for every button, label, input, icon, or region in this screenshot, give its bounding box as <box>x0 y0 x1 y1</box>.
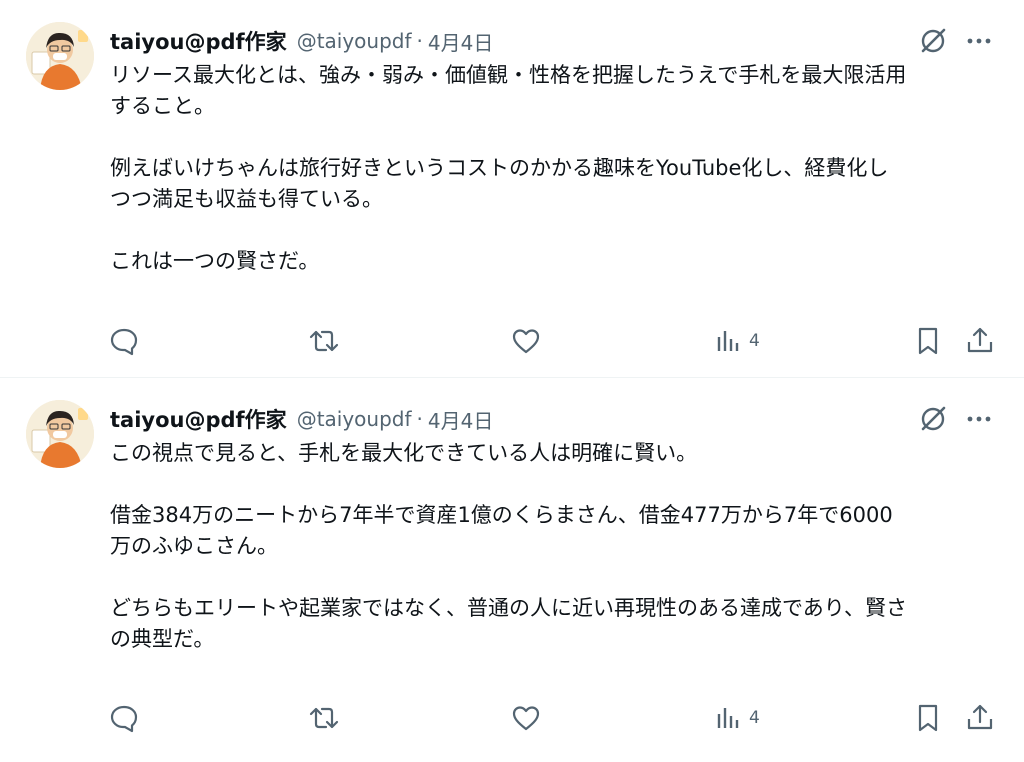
avatar[interactable] <box>26 400 94 468</box>
views-icon[interactable] <box>712 325 744 357</box>
avatar[interactable] <box>26 22 94 90</box>
bookmark-icon[interactable] <box>912 325 944 357</box>
separator: · <box>416 407 423 431</box>
share-icon[interactable] <box>964 325 996 357</box>
more-icon[interactable] <box>964 404 994 434</box>
tweet[interactable]: taiyou@pdf作家 @taiyoupdf · 4月4日 リソース最大化とは… <box>0 0 1024 378</box>
retweet-icon[interactable] <box>308 702 340 734</box>
reply-icon[interactable] <box>108 325 140 357</box>
views-icon[interactable] <box>712 702 744 734</box>
bookmark-icon[interactable] <box>912 702 944 734</box>
more-icon[interactable] <box>964 26 994 56</box>
reply-icon[interactable] <box>108 702 140 734</box>
author-handle[interactable]: @taiyoupdf <box>297 29 412 53</box>
grok-icon[interactable] <box>918 26 948 56</box>
like-icon[interactable] <box>510 702 542 734</box>
tweet-header: taiyou@pdf作家 @taiyoupdf · 4月4日 <box>110 26 493 56</box>
author-name[interactable]: taiyou@pdf作家 <box>110 404 287 434</box>
like-icon[interactable] <box>510 325 542 357</box>
views-count[interactable]: 4 <box>749 331 760 351</box>
separator: · <box>416 29 423 53</box>
tweet-text: リソース最大化とは、強み・弱み・価値観・性格を把握したうえで手札を最大限活用 す… <box>110 63 907 273</box>
retweet-icon[interactable] <box>308 325 340 357</box>
tweet[interactable]: taiyou@pdf作家 @taiyoupdf · 4月4日 この視点で見ると、… <box>0 378 1024 762</box>
author-handle[interactable]: @taiyoupdf <box>297 407 412 431</box>
timestamp[interactable]: 4月4日 <box>428 405 493 434</box>
share-icon[interactable] <box>964 702 996 734</box>
author-name[interactable]: taiyou@pdf作家 <box>110 26 287 56</box>
grok-icon[interactable] <box>918 404 948 434</box>
views-count[interactable]: 4 <box>749 708 760 728</box>
tweet-header: taiyou@pdf作家 @taiyoupdf · 4月4日 <box>110 404 493 434</box>
timestamp[interactable]: 4月4日 <box>428 27 493 56</box>
tweet-text: この視点で見ると、手札を最大化できている人は明確に賢い。 借金384万のニートか… <box>110 441 907 651</box>
